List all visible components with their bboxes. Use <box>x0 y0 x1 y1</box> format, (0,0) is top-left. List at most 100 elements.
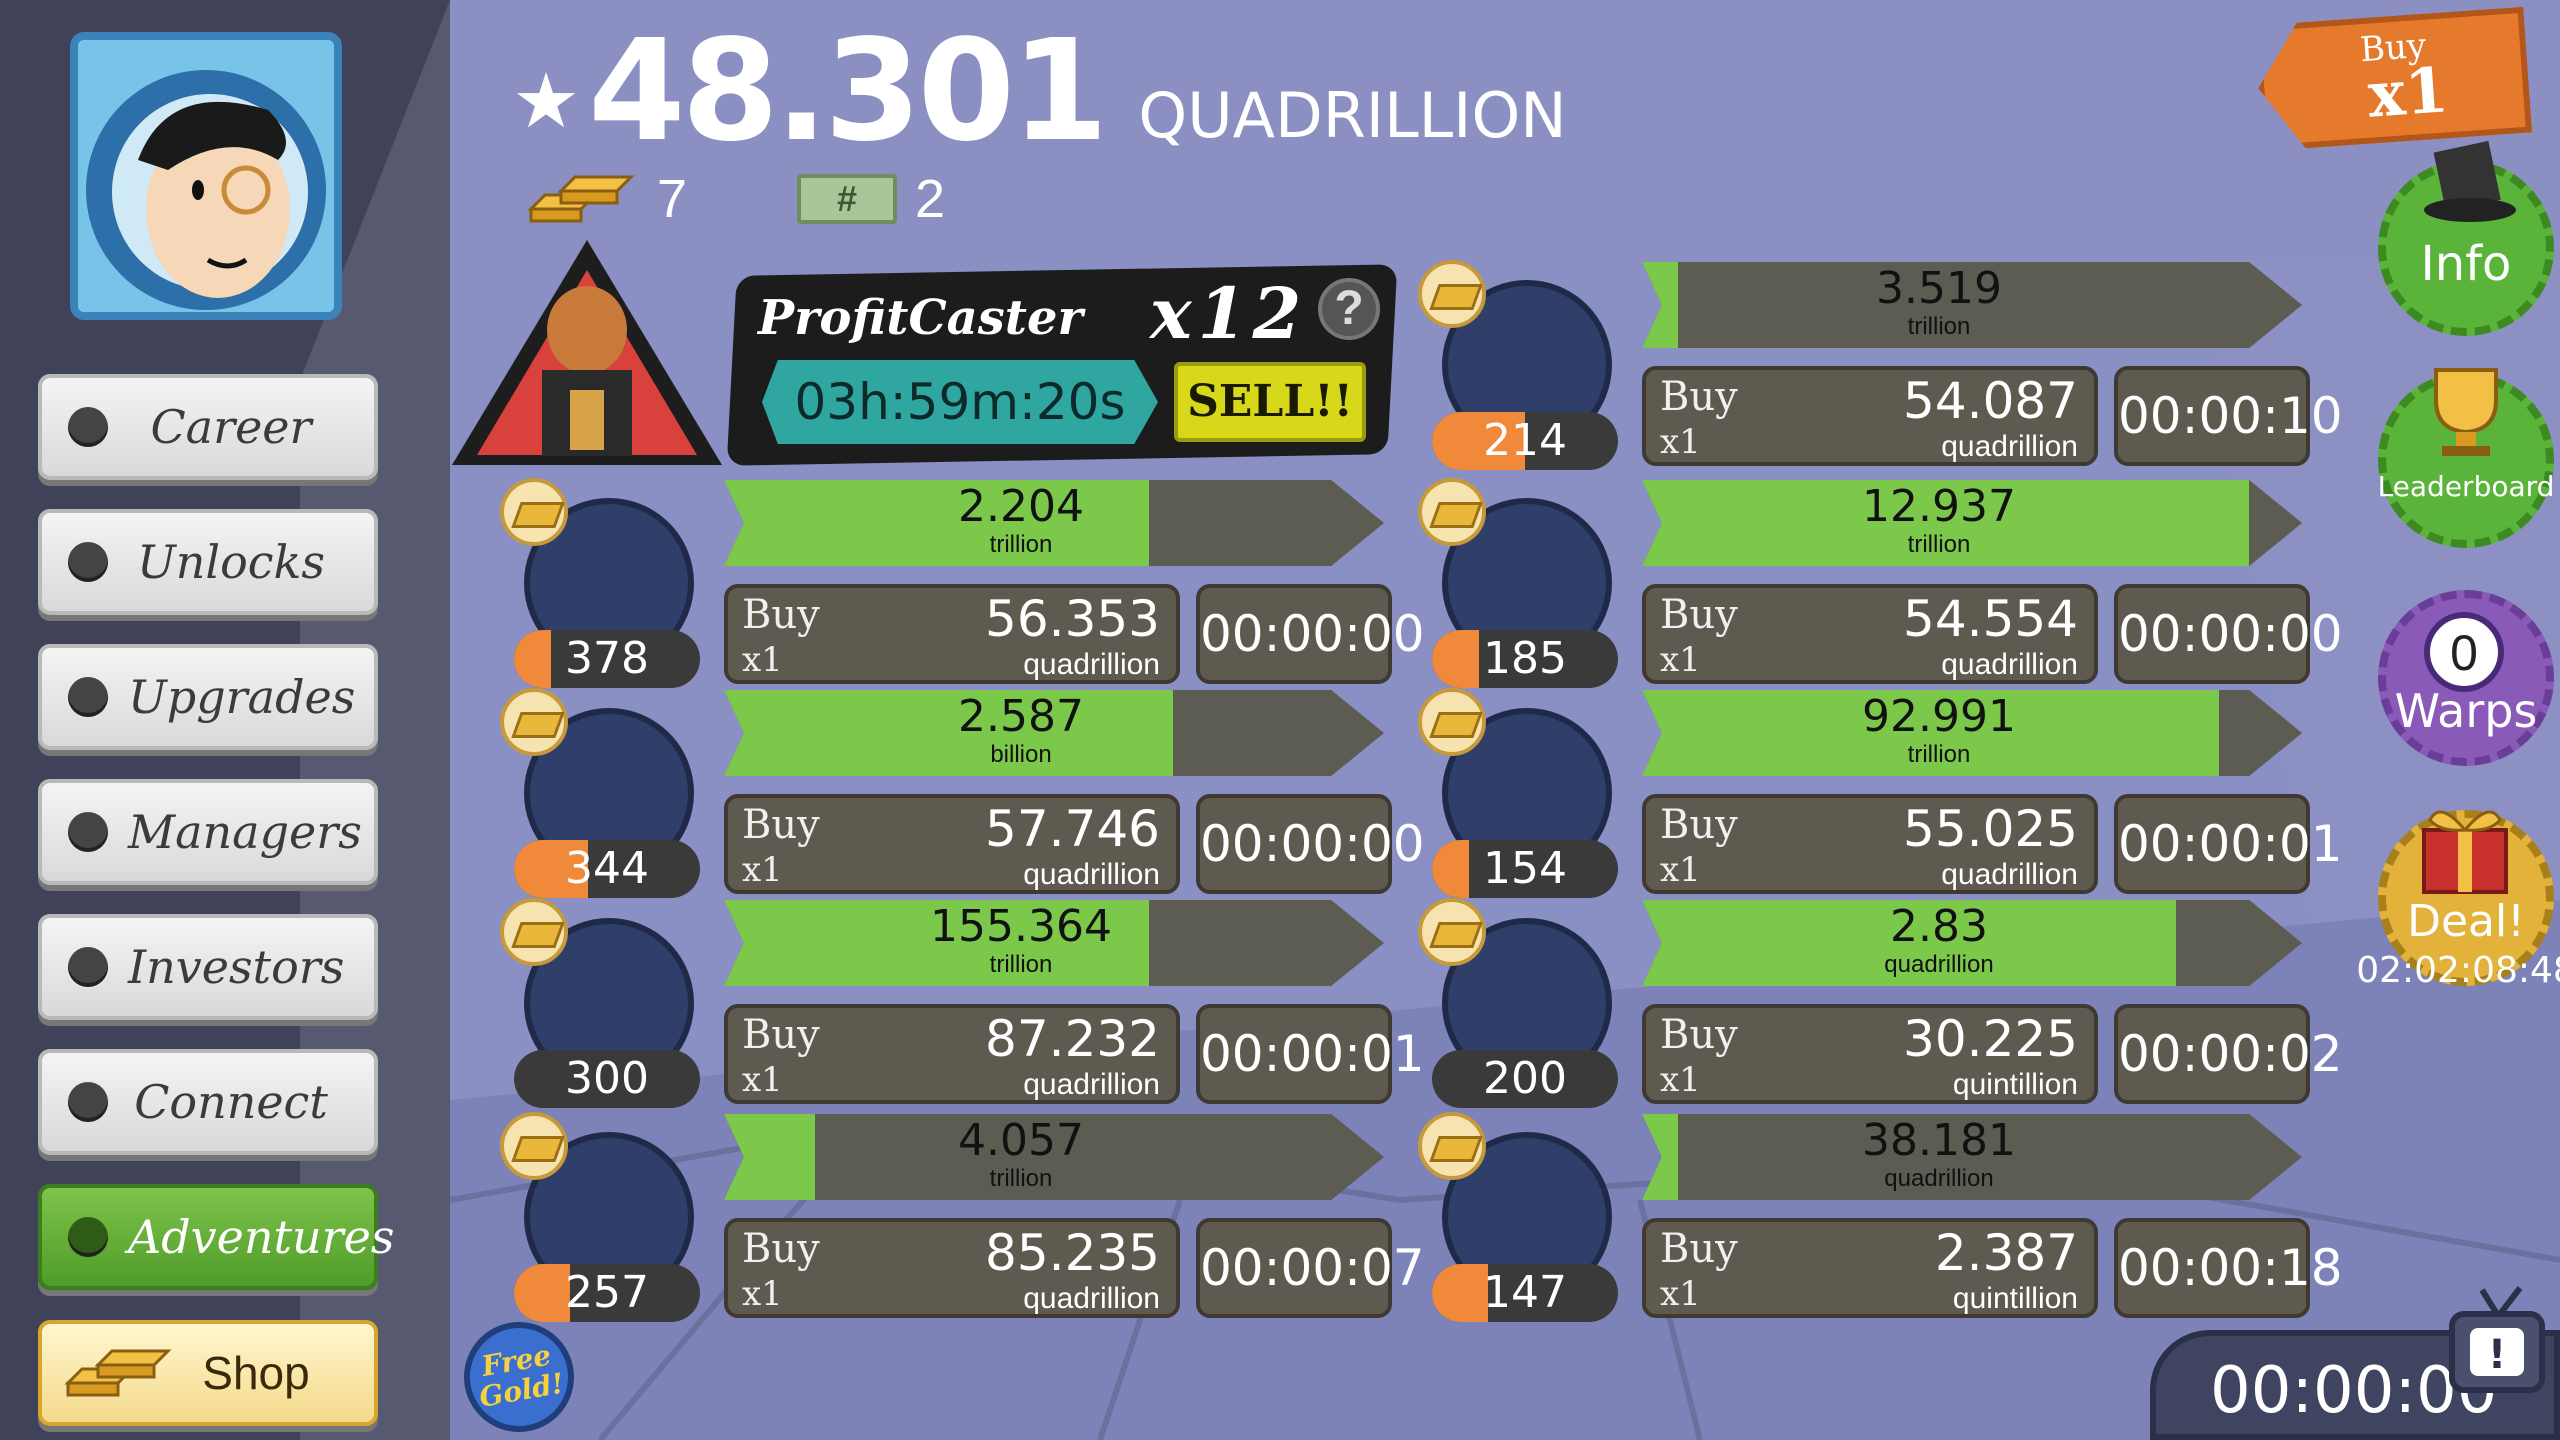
business-icon[interactable]: 214 <box>1418 260 1624 470</box>
sidebar-item-career[interactable]: Career <box>38 374 378 480</box>
business-icon[interactable]: 344 <box>500 688 706 898</box>
revenue-progress-bar[interactable]: 2.204 trillion <box>724 480 1384 566</box>
revenue-progress-bar[interactable]: 38.181 quadrillion <box>1642 1114 2302 1200</box>
business-row[interactable]: 214 3.519 trillion Buy x1 54.087 quadril… <box>1418 260 2343 470</box>
buy-button[interactable]: Buy x1 57.746 quadrillion <box>724 794 1180 894</box>
buy-button[interactable]: Buy x1 55.025 quadrillion <box>1642 794 2098 894</box>
business-row[interactable]: 344 2.587 billion Buy x1 57.746 quadrill… <box>500 688 1425 898</box>
sidebar-item-label: Adventures <box>128 1210 395 1264</box>
buy-cost-unit: quadrillion <box>1941 430 2078 463</box>
buy-button[interactable]: Buy x1 54.087 quadrillion <box>1642 366 2098 466</box>
revenue-progress-bar[interactable]: 12.937 trillion <box>1642 480 2302 566</box>
sidebar-item-investors[interactable]: Investors <box>38 914 378 1020</box>
gold-bar-badge-icon[interactable] <box>500 1112 568 1180</box>
sell-button[interactable]: SELL!! <box>1174 362 1366 442</box>
business-row[interactable]: 378 2.204 trillion Buy x1 56.353 quadril… <box>500 478 1425 688</box>
business-row[interactable]: 147 38.181 quadrillion Buy x1 2.387 quin… <box>1418 1112 2343 1322</box>
business-row[interactable]: 257 4.057 trillion Buy x1 85.235 quadril… <box>500 1112 1425 1322</box>
revenue-unit: trillion <box>989 1165 1053 1192</box>
buy-label: Buy <box>1660 592 1738 638</box>
business-row[interactable]: 200 2.83 quadrillion Buy x1 30.225 quint… <box>1418 898 2343 1108</box>
trophy-icon <box>2434 368 2498 456</box>
gold-bar-badge-icon[interactable] <box>1418 260 1486 328</box>
buy-cost: 87.232 <box>985 1010 1160 1068</box>
manager-portrait-icon[interactable] <box>452 240 722 470</box>
shop-button[interactable]: Shop <box>38 1320 378 1426</box>
free-gold-button[interactable]: Free Gold! <box>464 1322 574 1432</box>
gold-bar-badge-icon[interactable] <box>1418 1112 1486 1180</box>
sidebar-item-connect[interactable]: Connect <box>38 1049 378 1155</box>
business-row[interactable]: 185 12.937 trillion Buy x1 54.554 quadri… <box>1418 478 2343 688</box>
sidebar-item-adventures[interactable]: Adventures <box>38 1184 394 1290</box>
buy-button[interactable]: Buy x1 54.554 quadrillion <box>1642 584 2098 684</box>
cash-unit: QUADRILLION <box>1138 79 1567 152</box>
revenue-progress-bar[interactable]: 2.83 quadrillion <box>1642 900 2302 986</box>
revenue-progress-bar[interactable]: 2.587 billion <box>724 690 1384 776</box>
buy-label: Buy <box>1660 1012 1738 1058</box>
buy-button[interactable]: Buy x1 85.235 quadrillion <box>724 1218 1180 1318</box>
top-hat-icon <box>2424 140 2516 222</box>
player-avatar[interactable] <box>70 32 342 320</box>
buy-multiplier: x1 <box>742 1060 783 1100</box>
free-gold-label: Free Gold! <box>476 1338 567 1414</box>
bullet-icon <box>68 1217 108 1257</box>
business-icon[interactable]: 154 <box>1418 688 1624 898</box>
buy-cost-unit: quintillion <box>1952 1068 2078 1101</box>
owned-count: 300 <box>565 1053 649 1104</box>
manager-multiplier: x12 <box>1150 272 1308 355</box>
sidebar-item-label: Unlocks <box>136 535 326 589</box>
revenue-value: 4.057 <box>958 1115 1084 1166</box>
ticket-icon: # <box>797 174 898 224</box>
business-row[interactable]: 300 155.364 trillion Buy x1 87.232 quadr… <box>500 898 1425 1108</box>
revenue-progress-bar[interactable]: 3.519 trillion <box>1642 262 2302 348</box>
business-icon[interactable]: 378 <box>500 478 706 688</box>
buy-multiplier: x1 <box>742 640 783 680</box>
buy-button[interactable]: Buy x1 2.387 quintillion <box>1642 1218 2098 1318</box>
gold-bar-badge-icon[interactable] <box>1418 478 1486 546</box>
sidebar-item-upgrades[interactable]: Upgrades <box>38 644 378 750</box>
buy-button[interactable]: Buy x1 56.353 quadrillion <box>724 584 1180 684</box>
owned-count-bar: 147 <box>1432 1264 1618 1322</box>
info-label: Info <box>2420 236 2512 292</box>
business-icon[interactable]: 300 <box>500 898 706 1108</box>
revenue-progress-bar[interactable]: 92.991 trillion <box>1642 690 2302 776</box>
buy-button[interactable]: Buy x1 30.225 quintillion <box>1642 1004 2098 1104</box>
help-icon[interactable]: ? <box>1318 278 1380 340</box>
buy-cost: 55.025 <box>1903 800 2078 858</box>
buy-button[interactable]: Buy x1 87.232 quadrillion <box>724 1004 1180 1104</box>
warps-label: Warps <box>2394 684 2538 738</box>
revenue-progress-bar[interactable]: 155.364 trillion <box>724 900 1384 986</box>
buy-cost: 2.387 <box>1934 1224 2078 1282</box>
sidebar-item-unlocks[interactable]: Unlocks <box>38 509 378 615</box>
business-icon[interactable]: 185 <box>1418 478 1624 688</box>
business-row[interactable]: 154 92.991 trillion Buy x1 55.025 quadri… <box>1418 688 2343 898</box>
gold-bar-badge-icon[interactable] <box>1418 898 1486 966</box>
buy-cost-unit: quadrillion <box>1023 648 1160 681</box>
revenue-progress-bar[interactable]: 4.057 trillion <box>724 1114 1384 1200</box>
sidebar: Career Unlocks Upgrades Managers Investo… <box>0 0 450 1440</box>
revenue-unit: quadrillion <box>1884 951 1994 978</box>
buy-multiplier: x1 <box>1660 1274 1701 1314</box>
business-icon[interactable]: 147 <box>1418 1112 1624 1322</box>
tv-icon[interactable]: ! <box>2442 1280 2552 1400</box>
cycle-timer: 00:00:01 <box>1196 1004 1425 1104</box>
currency-bar: 7 # 2 <box>525 168 945 230</box>
owned-count: 257 <box>565 1267 649 1318</box>
star-icon: ★ <box>512 59 581 144</box>
bullet-icon <box>68 542 108 582</box>
owned-count: 185 <box>1483 633 1567 684</box>
svg-text:!: ! <box>2488 1332 2506 1378</box>
cycle-timer: 00:00:00 <box>2114 584 2343 684</box>
owned-count-bar: 344 <box>514 840 700 898</box>
revenue-value: 2.83 <box>1890 901 1988 952</box>
gold-bar-badge-icon[interactable] <box>1418 688 1486 756</box>
business-icon[interactable]: 257 <box>500 1112 706 1322</box>
gold-bar-badge-icon[interactable] <box>500 898 568 966</box>
buy-multiplier: x1 <box>1660 1060 1701 1100</box>
business-icon[interactable]: 200 <box>1418 898 1624 1108</box>
gift-icon <box>2422 810 2508 894</box>
gold-bar-badge-icon[interactable] <box>500 478 568 546</box>
sidebar-item-managers[interactable]: Managers <box>38 779 378 885</box>
gold-bar-badge-icon[interactable] <box>500 688 568 756</box>
buy-label: Buy <box>742 802 820 848</box>
